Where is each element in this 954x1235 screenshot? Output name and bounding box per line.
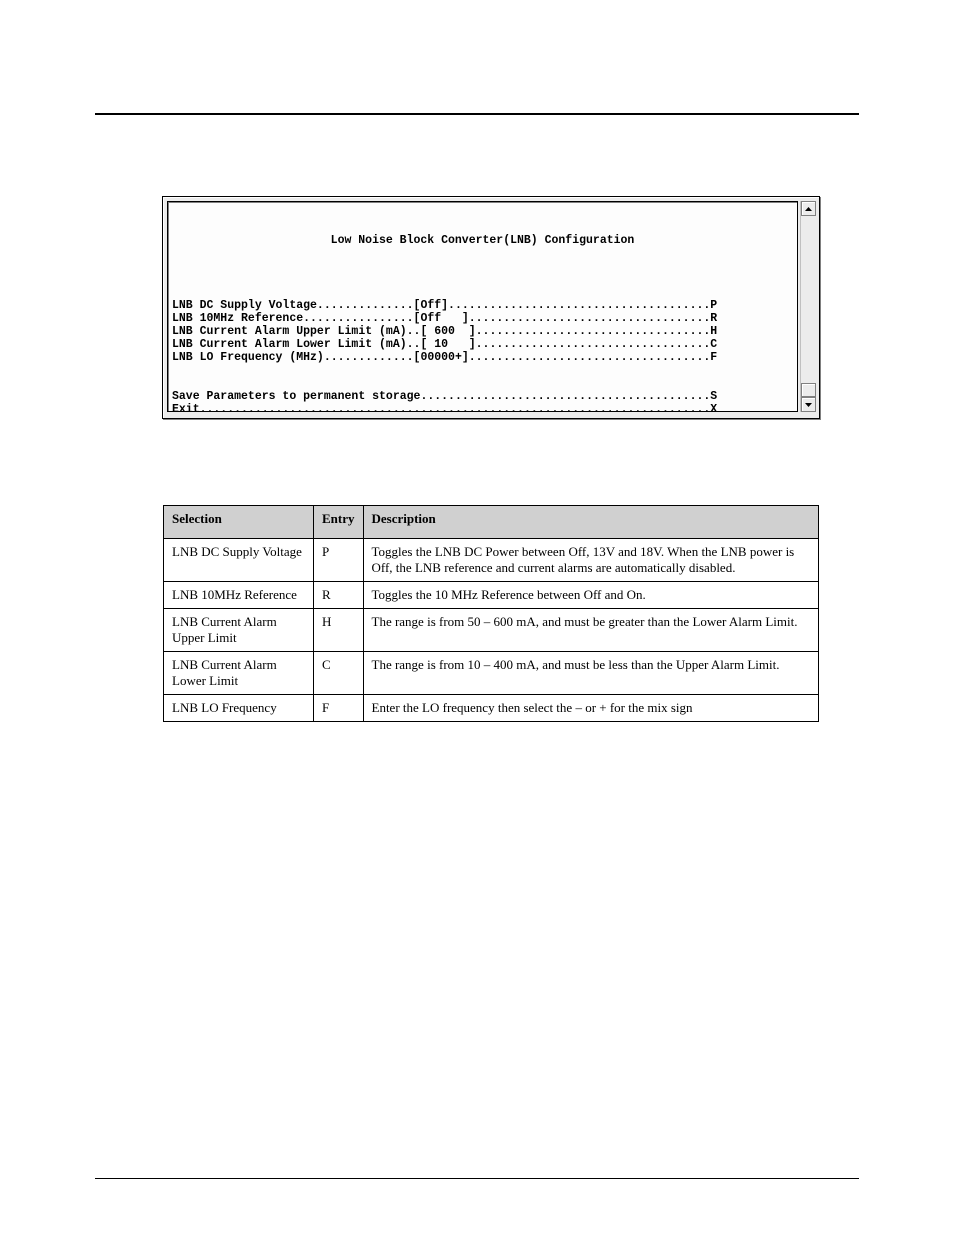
cell-description: Toggles the 10 MHz Reference between Off…	[363, 582, 819, 609]
scrollbar-thumb[interactable]	[801, 383, 816, 397]
scroll-down-button[interactable]	[801, 397, 816, 412]
cell-selection: LNB Current Alarm Lower Limit	[164, 652, 314, 695]
cell-description: The range is from 10 – 400 mA, and must …	[363, 652, 819, 695]
scroll-up-button[interactable]	[801, 201, 816, 216]
cell-description: The range is from 50 – 600 mA, and must …	[363, 609, 819, 652]
table-header: Selection Entry Description	[164, 506, 819, 539]
header-selection: Selection	[164, 506, 314, 539]
header-entry: Entry	[314, 506, 364, 539]
cell-entry: H	[314, 609, 364, 652]
table-row: LNB DC Supply Voltage P Toggles the LNB …	[164, 539, 819, 582]
cell-entry: R	[314, 582, 364, 609]
cell-description: Enter the LO frequency then select the –…	[363, 695, 819, 722]
table-row: LNB LO Frequency F Enter the LO frequenc…	[164, 695, 819, 722]
horizontal-rule-top	[95, 113, 859, 115]
cell-description: Toggles the LNB DC Power between Off, 13…	[363, 539, 819, 582]
terminal-title: Low Noise Block Converter(LNB) Configura…	[172, 234, 793, 247]
chevron-down-icon	[805, 403, 812, 407]
header-description: Description	[363, 506, 819, 539]
table-row: LNB Current Alarm Lower Limit C The rang…	[164, 652, 819, 695]
horizontal-rule-bottom	[95, 1178, 859, 1179]
cell-entry: F	[314, 695, 364, 722]
cell-selection: LNB 10MHz Reference	[164, 582, 314, 609]
vertical-scrollbar[interactable]	[800, 201, 816, 412]
cell-entry: C	[314, 652, 364, 695]
document-page: Low Noise Block Converter(LNB) Configura…	[0, 0, 954, 1235]
cell-entry: P	[314, 539, 364, 582]
cell-selection: LNB LO Frequency	[164, 695, 314, 722]
table-row: LNB Current Alarm Upper Limit H The rang…	[164, 609, 819, 652]
chevron-up-icon	[805, 207, 812, 211]
terminal-window: Low Noise Block Converter(LNB) Configura…	[162, 196, 820, 419]
table-row: LNB 10MHz Reference R Toggles the 10 MHz…	[164, 582, 819, 609]
terminal-content: Low Noise Block Converter(LNB) Configura…	[167, 201, 798, 412]
scrollbar-track[interactable]	[801, 216, 816, 397]
parameters-table: Selection Entry Description LNB DC Suppl…	[163, 505, 819, 722]
terminal-lines: LNB DC Supply Voltage..............[Off]…	[172, 299, 793, 412]
cell-selection: LNB Current Alarm Upper Limit	[164, 609, 314, 652]
cell-selection: LNB DC Supply Voltage	[164, 539, 314, 582]
